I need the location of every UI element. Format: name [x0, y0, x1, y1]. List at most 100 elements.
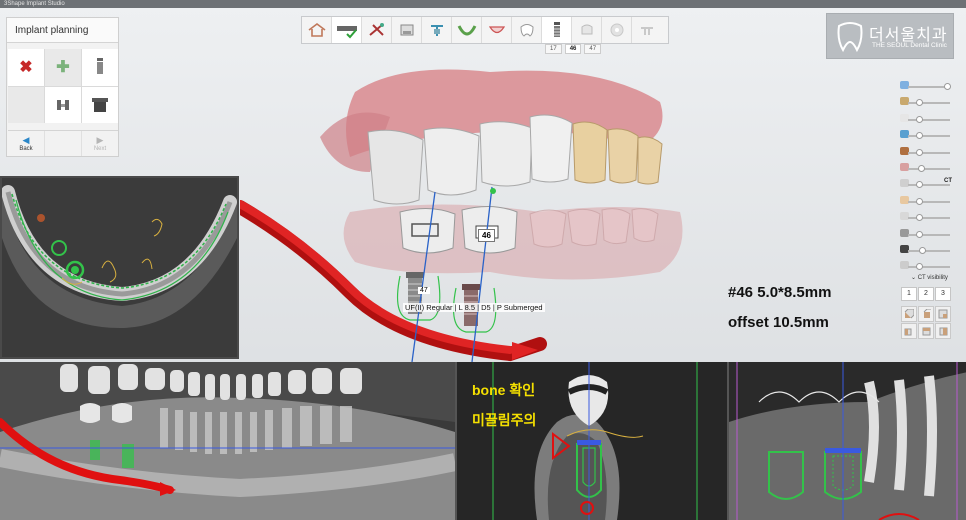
panel-tool-grid: ✖ ✚: [8, 49, 118, 123]
slider-track[interactable]: [908, 135, 950, 138]
plus-icon: ✚: [56, 59, 70, 77]
implant-planning-panel: Implant planning ✖ ✚ ◀ Back ▶ Next: [6, 17, 119, 157]
home-icon[interactable]: [302, 17, 332, 43]
slider-track[interactable]: [908, 266, 950, 269]
ct-view-3-button[interactable]: 3: [935, 287, 951, 301]
chevron-down-icon: ⌄: [911, 275, 918, 281]
view-cube-back-icon[interactable]: [901, 323, 917, 339]
ct-view-buttons: 1 2 3: [901, 287, 951, 301]
tooth-tab-46[interactable]: 46: [564, 44, 582, 54]
slider-handle[interactable]: [915, 214, 923, 222]
wizard-nav: ◀ Back ▶ Next: [8, 130, 118, 156]
visibility-slider[interactable]: [884, 78, 960, 94]
tooth-icon[interactable]: [512, 17, 542, 43]
abutment-icon: [57, 99, 69, 110]
visibility-slider[interactable]: [884, 127, 960, 143]
workflow-toolbar: [301, 16, 669, 44]
ct-visibility-toggle[interactable]: ⌄ CT visibility: [911, 274, 948, 281]
back-label: Back: [19, 146, 33, 152]
crown-ghost-icon[interactable]: [572, 17, 602, 43]
close-icon: ✖: [19, 59, 33, 77]
visibility-sliders: [884, 78, 960, 275]
view-cube-left-icon[interactable]: [918, 323, 934, 339]
view-cube-side-icon[interactable]: [918, 306, 934, 322]
bar-check-icon[interactable]: [332, 17, 362, 43]
slider-handle[interactable]: [944, 83, 952, 90]
sleeve-icon: [92, 97, 108, 112]
slider-handle[interactable]: [915, 181, 923, 189]
slider-track[interactable]: [908, 233, 950, 236]
implant-spec-label: UF(II) Regular | L 8.5 | D5 | P Submerge…: [403, 303, 545, 312]
implant-studio-window: 3Shape Implant Studio 17 46 47 더서울치과 THE…: [0, 0, 966, 520]
slider-handle[interactable]: [915, 99, 923, 107]
visibility-slider[interactable]: [884, 111, 960, 127]
slider-track[interactable]: [908, 102, 950, 105]
slider-handle[interactable]: [917, 164, 925, 172]
sleeve-button[interactable]: [82, 86, 118, 123]
ct-view-2-button[interactable]: 2: [918, 287, 934, 301]
slider-handle[interactable]: [915, 263, 923, 271]
tooth-tab-bar: 17 46 47: [545, 44, 602, 54]
implant-size-note: #46 5.0*8.5mm: [728, 284, 832, 301]
bone-check-note: bone 확인: [472, 382, 536, 398]
axial-ct-image: [2, 178, 237, 357]
abutment-button[interactable]: [45, 86, 81, 123]
arch-icon[interactable]: [452, 17, 482, 43]
scan-icon[interactable]: [392, 17, 422, 43]
visibility-slider[interactable]: [884, 193, 960, 209]
ct-view-1-button[interactable]: 1: [901, 287, 917, 301]
view-cube-front-icon[interactable]: [901, 306, 917, 322]
implant-select-button[interactable]: [82, 49, 118, 86]
visibility-slider[interactable]: [884, 160, 960, 176]
axial-ct-view[interactable]: [0, 176, 239, 359]
crown-outline-icon[interactable]: [482, 17, 512, 43]
tooth-logo-icon: [837, 22, 863, 53]
slider-track[interactable]: [908, 200, 950, 203]
slider-track[interactable]: [908, 249, 950, 252]
slider-track[interactable]: [908, 184, 950, 187]
slider-track[interactable]: [908, 167, 950, 170]
slider-track[interactable]: [908, 151, 950, 154]
visibility-slider[interactable]: [884, 94, 960, 110]
slider-track[interactable]: [908, 118, 950, 121]
view-orientation-grid: [901, 306, 951, 339]
panoramic-ct-view[interactable]: [0, 362, 455, 520]
ct-visibility-label: CT visibility: [917, 275, 948, 281]
implant-icon: [97, 58, 103, 75]
clinic-logo: 더서울치과 THE SEOUL Dental Clinic: [826, 13, 954, 59]
visibility-slider[interactable]: [884, 209, 960, 225]
visibility-slider[interactable]: [884, 226, 960, 242]
tooth-tab-47[interactable]: 47: [584, 44, 602, 54]
3d-model-view[interactable]: 46 47 UF(II) Regular | L 8.5 | D5 | P Su…: [233, 62, 720, 363]
ct-label: CT: [944, 178, 952, 184]
visibility-slider[interactable]: [884, 144, 960, 160]
view-cube-bottom-icon[interactable]: [935, 323, 951, 339]
next-button[interactable]: ▶ Next: [82, 131, 118, 156]
empty-tool-slot: [8, 86, 44, 123]
delete-implant-button[interactable]: ✖: [8, 49, 44, 86]
view-cube-top-icon[interactable]: [935, 306, 951, 322]
tangential-ct-view[interactable]: [727, 362, 966, 520]
guide-icon[interactable]: [632, 17, 662, 43]
next-label: Next: [93, 146, 107, 152]
slider-handle[interactable]: [915, 197, 923, 205]
slider-handle[interactable]: [915, 230, 923, 238]
tooth-tab-17[interactable]: 17: [545, 44, 562, 54]
tangential-ct-image: [729, 362, 966, 520]
panel-title: Implant planning: [7, 18, 118, 43]
implant-icon[interactable]: [542, 17, 572, 43]
slip-warning-note: 미끌림주의: [472, 412, 537, 428]
back-button[interactable]: ◀ Back: [8, 131, 45, 156]
slider-handle[interactable]: [919, 246, 927, 254]
tools-icon[interactable]: [362, 17, 392, 43]
slider-handle[interactable]: [915, 148, 923, 156]
logo-text-en: THE SEOUL Dental Clinic: [872, 42, 947, 49]
slider-handle[interactable]: [915, 132, 923, 140]
slider-track[interactable]: [908, 217, 950, 220]
implant-align-icon[interactable]: [422, 17, 452, 43]
slider-handle[interactable]: [915, 115, 923, 123]
visibility-slider[interactable]: [884, 242, 960, 258]
visibility-slider[interactable]: [884, 258, 960, 274]
add-implant-button[interactable]: ✚: [45, 49, 81, 86]
settings-ghost-icon[interactable]: [602, 17, 632, 43]
